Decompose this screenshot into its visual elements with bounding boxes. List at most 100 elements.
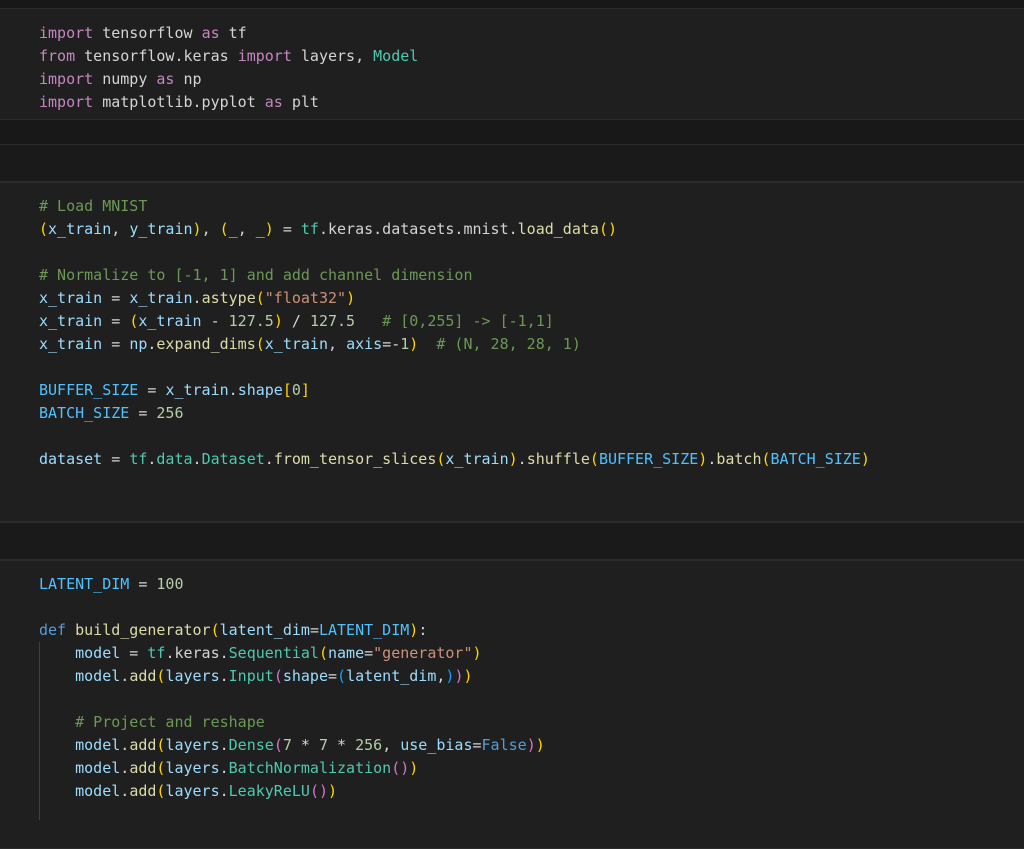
code-token: model [75, 736, 121, 754]
code-token: layers [165, 759, 220, 777]
code-token: 7 [318, 736, 328, 754]
code-token: latent_dim [346, 667, 437, 685]
code-token: = [309, 621, 319, 639]
code-token: / [282, 312, 310, 330]
code-token: , [237, 220, 256, 238]
code-token: ) [192, 220, 202, 238]
code-token: data [156, 450, 193, 468]
code-line[interactable]: import numpy as np [39, 68, 418, 91]
code-token: . [517, 450, 527, 468]
code-token: axis [346, 335, 383, 353]
code-token: ( [337, 667, 347, 685]
code-line[interactable]: x_train = x_train.astype("float32") [39, 287, 870, 310]
code-token: import [237, 47, 292, 65]
code-token: LeakyReLU [228, 782, 310, 800]
code-line[interactable]: BATCH_SIZE = 256 [39, 402, 870, 425]
code-token: shuffle [526, 450, 590, 468]
code-token: ] [300, 381, 310, 399]
code-token: 256 [355, 736, 383, 754]
code-token: # [0,255] -> [-1,1] [355, 312, 554, 330]
code-line[interactable]: # Project and reshape [39, 711, 545, 734]
code-token: "float32" [264, 289, 347, 307]
notebook-editor: import tensorflow as tf from tensorflow.k… [0, 0, 1024, 849]
code-token: import [39, 24, 94, 42]
code-token: LATENT_DIM [39, 575, 130, 593]
cell-1-code[interactable]: import tensorflow as tf from tensorflow.k… [39, 22, 418, 114]
code-token: Input [228, 667, 274, 685]
code-token: _ [255, 220, 265, 238]
code-line[interactable]: x_train = (x_train - 127.5) / 127.5 # [0… [39, 310, 870, 333]
code-line[interactable]: # Normalize to [-1, 1] and add channel d… [39, 264, 870, 287]
code-token: - [201, 312, 229, 330]
code-line[interactable]: x_train = np.expand_dims(x_train, axis=-… [39, 333, 870, 356]
code-token: Sequential [228, 644, 319, 662]
code-token: model [75, 759, 121, 777]
code-token: . [219, 782, 229, 800]
code-token: . [219, 759, 229, 777]
code-cell-3[interactable]: LATENT_DIM = 100 def build_generator(lat… [0, 560, 1024, 849]
code-line[interactable] [39, 688, 545, 711]
cell-gap-1 [0, 120, 1024, 144]
code-line[interactable] [39, 241, 870, 264]
code-token: model [75, 667, 121, 685]
code-cell-2[interactable]: # Load MNIST (x_train, y_train), (_, _) =… [0, 182, 1024, 522]
code-token: ) [508, 450, 518, 468]
code-token: BatchNormalization [228, 759, 392, 777]
code-token: = [472, 736, 482, 754]
code-line[interactable]: dataset = tf.data.Dataset.from_tensor_sl… [39, 448, 870, 471]
code-token: ) [526, 736, 536, 754]
code-token: x_train [138, 312, 202, 330]
code-line[interactable]: def build_generator(latent_dim=LATENT_DI… [39, 619, 545, 642]
code-line[interactable]: from tensorflow.keras import layers, Mod… [39, 45, 418, 68]
code-line[interactable]: model.add(layers.Input(shape=(latent_dim… [39, 665, 545, 688]
code-line[interactable]: model.add(layers.LeakyReLU()) [39, 780, 545, 803]
code-token: * [291, 736, 319, 754]
code-line[interactable]: LATENT_DIM = 100 [39, 573, 545, 596]
code-token: ) [472, 644, 482, 662]
code-line[interactable] [39, 596, 545, 619]
code-token: "generator" [373, 644, 473, 662]
cell-2-code[interactable]: # Load MNIST (x_train, y_train), (_, _) =… [39, 195, 870, 471]
code-token: = [120, 644, 148, 662]
code-token: , [201, 220, 220, 238]
code-token: ( [129, 312, 139, 330]
code-line[interactable]: model.add(layers.BatchNormalization()) [39, 757, 545, 780]
code-cell-1[interactable]: import tensorflow as tf from tensorflow.k… [0, 8, 1024, 120]
code-line[interactable]: BUFFER_SIZE = x_train.shape[0] [39, 379, 870, 402]
code-line[interactable]: import tensorflow as tf [39, 22, 418, 45]
code-token: x_train [129, 289, 193, 307]
cell-3-code[interactable]: LATENT_DIM = 100 def build_generator(lat… [39, 573, 545, 803]
code-token: ) [409, 335, 419, 353]
code-line[interactable] [39, 425, 870, 448]
code-token: x_train [445, 450, 509, 468]
code-token: ) [409, 759, 419, 777]
code-line[interactable]: model.add(layers.Dense(7 * 7 * 256, use_… [39, 734, 545, 757]
code-token: ( [761, 450, 771, 468]
code-line[interactable]: model = tf.keras.Sequential(name="genera… [39, 642, 545, 665]
code-token: 127.5 [228, 312, 274, 330]
code-token: = [138, 381, 166, 399]
code-token: as [201, 24, 220, 42]
code-line[interactable]: (x_train, y_train), (_, _) = tf.keras.da… [39, 218, 870, 241]
code-token: x_train [165, 381, 229, 399]
code-token: () [309, 782, 328, 800]
code-line[interactable]: import matplotlib.pyplot as plt [39, 91, 418, 114]
code-token: = [129, 575, 157, 593]
code-token: # (N, 28, 28, 1) [418, 335, 581, 353]
code-token: x_train [39, 289, 103, 307]
code-token: ( [39, 220, 49, 238]
code-token: = [102, 289, 130, 307]
code-token: add [129, 736, 157, 754]
code-line[interactable]: # Load MNIST [39, 195, 870, 218]
code-token: plt [282, 93, 319, 111]
code-token: add [129, 782, 157, 800]
code-token: model [75, 644, 121, 662]
code-line[interactable] [39, 356, 870, 379]
code-token: . [120, 667, 130, 685]
code-token: * [328, 736, 356, 754]
code-token: Dense [228, 736, 274, 754]
code-token: ) [535, 736, 545, 754]
